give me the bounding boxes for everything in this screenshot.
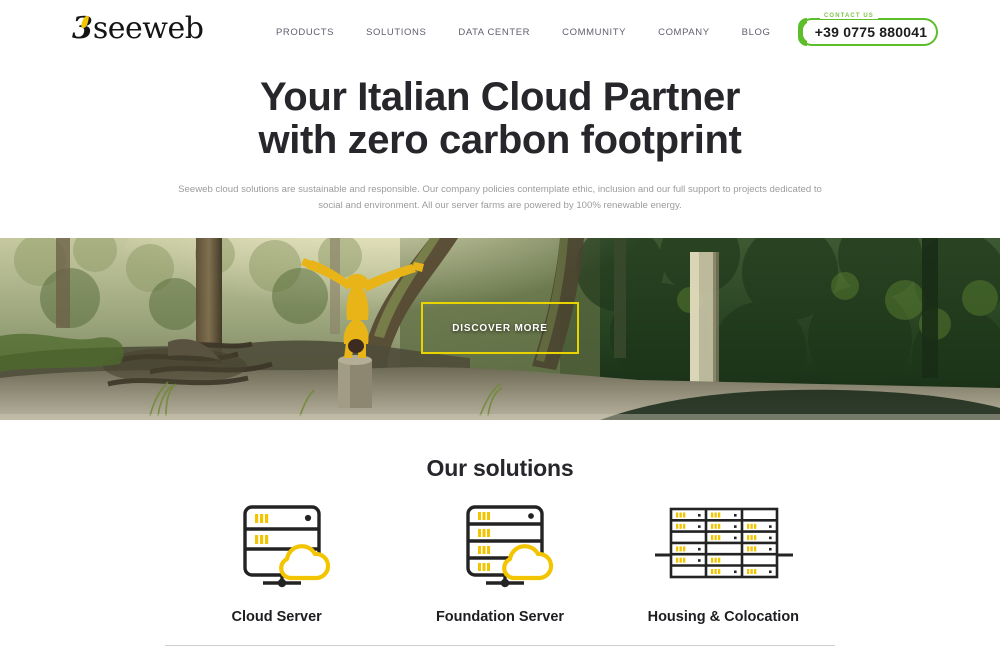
solution-card-foundation-server[interactable]: Foundation Server xyxy=(388,495,611,625)
solutions-title: Our solutions xyxy=(426,455,574,481)
contact-us-phone-badge[interactable]: CONTACT US +39 0775 880041 xyxy=(798,13,938,46)
server-cloud-4u-icon xyxy=(446,495,554,591)
solution-card-cloud-server[interactable]: Cloud Server xyxy=(165,495,388,625)
rack-grid-icon xyxy=(653,495,794,591)
contact-phone-number[interactable]: +39 0775 880041 xyxy=(798,18,938,46)
hero-headline-line2: with zero carbon footprint xyxy=(258,118,742,163)
nav-item-products[interactable]: PRODUCTS xyxy=(276,27,334,38)
nav-item-company[interactable]: COMPANY xyxy=(658,27,710,38)
solution-card-housing-colocation[interactable]: Housing & Colocation xyxy=(612,495,835,625)
main-navigation: PRODUCTS SOLUTIONS DATA CENTER COMMUNITY… xyxy=(276,27,770,38)
hero-headline-line1: Your Italian Cloud Partner xyxy=(259,75,741,119)
server-cloud-2u-icon xyxy=(223,495,331,591)
nav-item-solutions[interactable]: SOLUTIONS xyxy=(366,27,426,38)
section-divider xyxy=(165,645,835,646)
seeweb-logo[interactable]: 3 seeweb xyxy=(72,11,204,46)
solution-label-foundation-server: Foundation Server xyxy=(435,609,565,625)
nav-item-community[interactable]: COMMUNITY xyxy=(562,27,626,38)
nav-item-data-center[interactable]: DATA CENTER xyxy=(458,27,530,38)
logo-mark-icon: 3 xyxy=(72,11,93,46)
solution-label-cloud-server: Cloud Server xyxy=(231,609,322,625)
site-header: 3 seeweb PRODUCTS SOLUTIONS DATA CENTER … xyxy=(0,0,1000,62)
page-root: English: English ▾ 👤 Customer area ☎ Tec… xyxy=(0,0,1000,648)
logo-wordmark: seeweb xyxy=(92,11,204,46)
solution-label-housing-colocation: Housing & Colocation xyxy=(647,609,800,625)
discover-more-button[interactable]: DISCOVER MORE xyxy=(421,302,579,354)
hero-subtext: Seeweb cloud solutions are sustainable a… xyxy=(178,184,822,211)
solutions-grid: Cloud Server Foundation Server Housing &… xyxy=(165,495,835,625)
hero-headline: Your Italian Cloud Partner with zero car… xyxy=(0,75,1000,163)
nav-item-blog[interactable]: BLOG xyxy=(742,27,771,38)
